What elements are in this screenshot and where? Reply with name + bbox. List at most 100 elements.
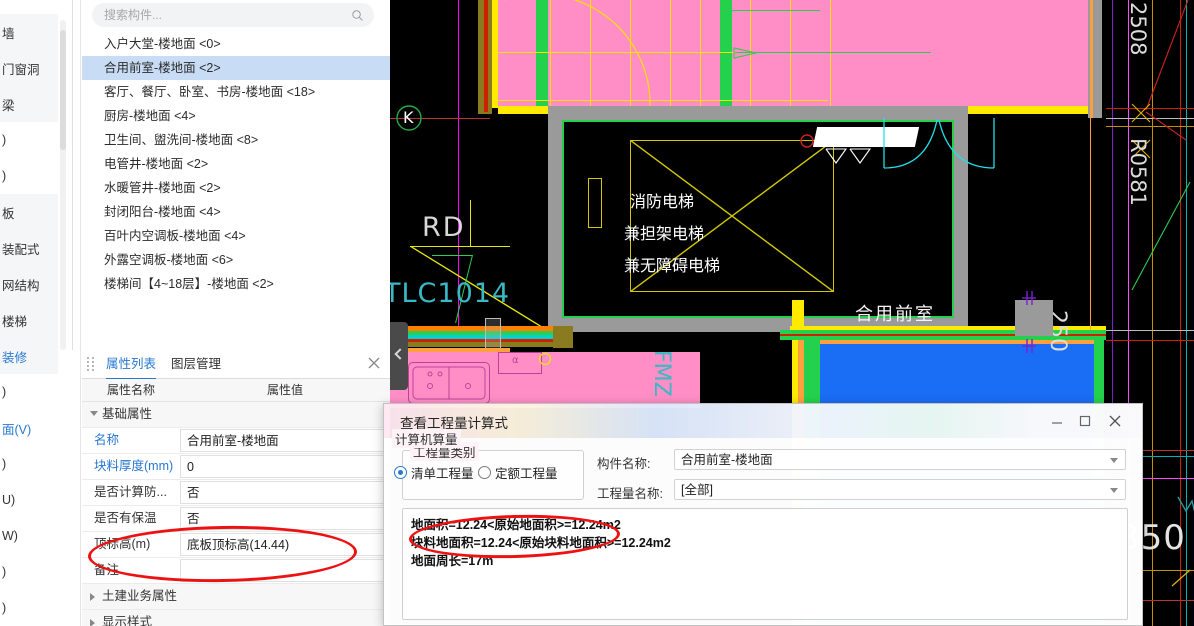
property-row[interactable]: 是否计算防... 否: [82, 480, 390, 506]
quantity-name-dropdown[interactable]: [全部]: [674, 479, 1126, 500]
sidebar-item-label: ): [2, 133, 7, 147]
dialog-body: 工程量类别 清单工程量 定额工程量 构件名称: 合用前室-楼地面 工程量名称: …: [384, 429, 1142, 625]
tab-attribute-list[interactable]: 属性列表: [106, 355, 157, 380]
calculation-line: 块料地面积=12.24<原始块料地面积>=12.24m2: [411, 536, 671, 550]
sidebar-item-10[interactable]: ): [0, 374, 58, 410]
sidebar-item-15[interactable]: ): [0, 554, 58, 590]
sidebar-item-label: ): [2, 169, 7, 183]
door-swing-cyan: [883, 118, 995, 169]
circle-marker-icon: [538, 352, 552, 366]
property-row[interactable]: 是否有保温 否: [82, 506, 390, 532]
tab-layer-management[interactable]: 图层管理: [171, 355, 221, 376]
sidebar-item-label: U): [2, 493, 16, 507]
property-value[interactable]: 底板顶标高(14.44): [180, 533, 390, 556]
component-list[interactable]: 入户大堂-楼地面 <0> 合用前室-楼地面 <2> 客厅、餐厅、卧室、书房-楼地面 …: [82, 32, 390, 342]
component-list-item[interactable]: 外露空调板-楼地面 <6>: [82, 248, 390, 272]
search-input[interactable]: [102, 7, 351, 23]
sidebar-item-2[interactable]: 梁: [0, 86, 58, 122]
property-group-2[interactable]: 显示样式: [82, 610, 390, 626]
sidebar-item-4[interactable]: ): [0, 158, 58, 194]
property-value[interactable]: 合用前室-楼地面: [180, 429, 390, 452]
wall-tick-icon-2: [1022, 339, 1036, 353]
dialog-titlebar[interactable]: 查看工程量计算式: [384, 404, 1142, 438]
close-icon[interactable]: [1106, 412, 1124, 430]
component-list-item[interactable]: 厨房-楼地面 <4>: [82, 104, 390, 128]
drag-grip-icon[interactable]: [87, 357, 97, 371]
component-list-item[interactable]: 卫生间、盥洗间-楼地面 <8>: [82, 128, 390, 152]
component-list-item[interactable]: 水暖管井-楼地面 <2>: [82, 176, 390, 200]
cad-label-room-name: 合用前室: [855, 304, 935, 325]
component-list-item[interactable]: 百叶内空调板-楼地面 <4>: [82, 224, 390, 248]
property-name: 是否有保温: [94, 511, 157, 525]
property-value[interactable]: 否: [180, 481, 390, 504]
chevron-down-icon: [90, 411, 98, 416]
cad-dim-2508: 2508: [1126, 2, 1150, 56]
maximize-icon[interactable]: [1076, 412, 1094, 430]
door-swing-arc: [505, 0, 651, 109]
property-value[interactable]: [180, 559, 390, 582]
sidebar-item-9[interactable]: 装修: [0, 338, 58, 374]
sidebar-item-7[interactable]: 网结构: [0, 266, 58, 302]
property-name: 备注: [94, 563, 120, 577]
property-row[interactable]: 顶标高(m) 底板顶标高(14.44): [82, 532, 390, 558]
radio-bill-quantity-label: 清单工程量: [411, 467, 474, 481]
sidebar-item-13[interactable]: U): [0, 482, 58, 518]
sidebar-item-6[interactable]: 装配式: [0, 230, 58, 266]
sidebar-item-label: 板: [2, 206, 15, 221]
cad-label-elevator-1: 消防电梯: [630, 192, 695, 211]
calculation-output-box[interactable]: 地面积=12.24<原始地面积>=12.24m2 块料地面积=12.24<原始块料…: [402, 508, 1128, 620]
sidebar-scrollbar-thumb[interactable]: [60, 30, 66, 150]
component-list-item[interactable]: 楼梯间【4~18层】-楼地面 <2>: [82, 272, 390, 296]
slope-arrow-icon: [825, 148, 872, 164]
sidebar-item-1[interactable]: 门窗洞: [0, 50, 58, 86]
sidebar-item-label: 梁: [2, 98, 15, 113]
close-icon[interactable]: [366, 355, 382, 371]
property-group-0[interactable]: 基础属性: [82, 402, 390, 428]
search-icon: [352, 9, 363, 21]
property-row[interactable]: 块料厚度(mm) 0: [82, 454, 390, 480]
sidebar-item-label: 楼梯: [2, 314, 28, 329]
cad-collapse-tab[interactable]: [390, 322, 408, 390]
sidebar-item-8[interactable]: 楼梯: [0, 302, 58, 338]
sidebar-item-5[interactable]: 板: [0, 194, 58, 230]
component-list-item[interactable]: 入户大堂-楼地面 <0>: [82, 32, 390, 56]
component-name-value: 合用前室-楼地面: [681, 453, 773, 467]
sidebar-item-label: ): [2, 457, 7, 471]
cad-dim-r0581: R0581: [1126, 138, 1150, 207]
property-row[interactable]: 名称 合用前室-楼地面: [82, 428, 390, 454]
calculation-legend: 计算机算量: [392, 429, 461, 448]
radio-fixed-quantity[interactable]: 定额工程量: [478, 463, 558, 482]
cad-label-rd: RD: [422, 212, 466, 243]
component-name-dropdown[interactable]: 合用前室-楼地面: [674, 449, 1126, 470]
sidebar-item-11[interactable]: 面(V): [0, 410, 58, 446]
component-list-item[interactable]: 电管井-楼地面 <2>: [82, 152, 390, 176]
tick-cross-icon: [1171, 569, 1191, 587]
sidebar-item-12[interactable]: ): [0, 446, 58, 482]
sidebar-item-16[interactable]: ): [0, 590, 58, 626]
component-list-item[interactable]: 封闭阳台-楼地面 <4>: [82, 200, 390, 224]
circle-marker-icon-2: [800, 134, 814, 148]
properties-rows: 基础属性 名称 合用前室-楼地面 块料厚度(mm) 0 是否计算防... 否是否有保温否顶标…: [82, 402, 390, 626]
chevron-down-icon-2: [1110, 488, 1118, 493]
property-row[interactable]: 备注: [82, 558, 390, 584]
sidebar-item-3[interactable]: ): [0, 122, 58, 158]
component-search-box[interactable]: [92, 3, 374, 27]
component-list-item[interactable]: 合用前室-楼地面 <2>: [82, 56, 390, 80]
radio-fixed-quantity-dot: [478, 466, 491, 479]
sidebar-item-14[interactable]: W): [0, 518, 58, 554]
property-value[interactable]: 0: [180, 455, 390, 478]
pane-divider: [72, 0, 73, 350]
cad-label-alpha: α: [512, 355, 519, 366]
properties-panel: 属性列表 图层管理 属性名称 属性值 基础属性 名称 合用前室-楼地面 块料厚度(mm…: [82, 350, 391, 626]
sidebar-item-0[interactable]: 墙: [0, 14, 58, 50]
properties-tabbar: 属性列表 图层管理: [82, 350, 390, 380]
component-list-item[interactable]: 客厅、餐厅、卧室、书房-楼地面 <18>: [82, 80, 390, 104]
radio-bill-quantity[interactable]: 清单工程量: [394, 463, 474, 482]
cad-label-tlc1014: TLC1014: [390, 278, 511, 309]
sidebar-item-label: 门窗洞: [2, 62, 40, 77]
property-value[interactable]: 否: [180, 507, 390, 530]
leader-arrow-icon: [733, 47, 757, 59]
pane-divider-2: [80, 0, 81, 626]
property-group-1[interactable]: 土建业务属性: [82, 584, 390, 610]
minimize-icon[interactable]: [1048, 412, 1066, 430]
